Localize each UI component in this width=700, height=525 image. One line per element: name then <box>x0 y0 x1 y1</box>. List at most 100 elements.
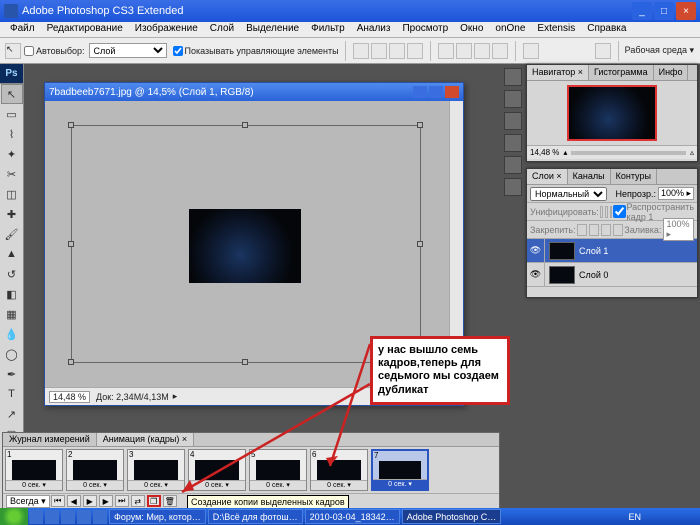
tab-navigator[interactable]: Навигатор × <box>527 65 589 80</box>
animation-frame[interactable]: 30 сек. ▾ <box>127 449 185 491</box>
taskbar-task[interactable]: D:\Всё для фотош… <box>208 509 303 524</box>
pen-tool[interactable]: ✒ <box>1 364 23 384</box>
gradient-tool[interactable]: ▦ <box>1 304 23 324</box>
align-icon[interactable] <box>371 43 387 59</box>
menu-layer[interactable]: Слой <box>204 22 240 37</box>
distribute-icon[interactable] <box>474 43 490 59</box>
tab-paths[interactable]: Контуры <box>611 169 657 184</box>
menu-select[interactable]: Выделение <box>240 22 305 37</box>
stamp-tool[interactable]: ▲ <box>1 244 23 264</box>
menu-window[interactable]: Окно <box>454 22 489 37</box>
menu-help[interactable]: Справка <box>581 22 632 37</box>
quicklaunch-icon[interactable] <box>93 510 107 524</box>
propagate-checkbox[interactable] <box>613 205 626 218</box>
taskbar-task[interactable]: 2010-03-04_18342… <box>305 509 400 524</box>
unify-style-icon[interactable] <box>610 206 613 218</box>
quicklaunch-icon[interactable] <box>61 510 75 524</box>
doc-close-button[interactable] <box>445 86 459 98</box>
next-frame-button[interactable]: ▶ <box>99 495 113 507</box>
tray-icon[interactable] <box>656 511 668 523</box>
go-bridge-icon[interactable] <box>595 43 611 59</box>
blur-tool[interactable]: 💧 <box>1 324 23 344</box>
tray-icon[interactable] <box>642 511 654 523</box>
dock-icon[interactable] <box>504 134 522 152</box>
animation-frame[interactable]: 40 сек. ▾ <box>188 449 246 491</box>
lasso-tool[interactable]: ⌇ <box>1 124 23 144</box>
window-minimize-button[interactable]: _ <box>632 2 652 20</box>
transform-handle[interactable] <box>68 241 74 247</box>
lock-position-icon[interactable] <box>601 224 611 236</box>
tab-channels[interactable]: Каналы <box>568 169 611 184</box>
menu-edit[interactable]: Редактирование <box>41 22 129 37</box>
taskbar-task[interactable]: Форум: Мир, котор… <box>109 509 206 524</box>
layer-name[interactable]: Слой 1 <box>579 246 608 256</box>
first-frame-button[interactable]: ⏮ <box>51 495 65 507</box>
menu-file[interactable]: Файл <box>4 22 41 37</box>
opacity-field[interactable]: 100% ▸ <box>658 187 694 200</box>
window-close-button[interactable]: × <box>676 2 696 20</box>
quicklaunch-icon[interactable] <box>77 510 91 524</box>
type-tool[interactable]: T <box>1 384 23 404</box>
transform-handle[interactable] <box>242 359 248 365</box>
menu-image[interactable]: Изображение <box>129 22 204 37</box>
move-tool[interactable]: ↖ <box>1 84 23 104</box>
crop-tool[interactable]: ✂ <box>1 164 23 184</box>
unify-visibility-icon[interactable] <box>605 206 608 218</box>
delete-frame-button[interactable]: 🗑 <box>163 495 177 507</box>
transform-handle[interactable] <box>68 122 74 128</box>
animation-frame[interactable]: 10 сек. ▾ <box>5 449 63 491</box>
eye-icon[interactable]: 👁 <box>527 239 545 262</box>
distribute-icon[interactable] <box>456 43 472 59</box>
quicklaunch-icon[interactable] <box>29 510 43 524</box>
start-button[interactable] <box>0 508 28 525</box>
lock-transparent-icon[interactable] <box>577 224 587 236</box>
arrange-icon[interactable] <box>523 43 539 59</box>
eraser-tool[interactable]: ◧ <box>1 284 23 304</box>
transform-handle[interactable] <box>242 122 248 128</box>
autoselect-dropdown[interactable]: Слой <box>89 43 167 58</box>
loop-dropdown[interactable]: Всегда ▾ <box>6 495 50 508</box>
frame-delay[interactable]: 0 сек. ▾ <box>67 480 123 490</box>
align-icon[interactable] <box>407 43 423 59</box>
blend-mode-dropdown[interactable]: Нормальный <box>530 187 607 201</box>
dock-icon[interactable] <box>504 68 522 86</box>
fill-field[interactable]: 100% ▸ <box>663 218 694 241</box>
zoom-out-icon[interactable]: ▴ <box>563 148 567 157</box>
eye-icon[interactable]: 👁 <box>527 263 545 286</box>
layer-image[interactable] <box>189 209 301 283</box>
dock-icon[interactable] <box>504 178 522 196</box>
prev-frame-button[interactable]: ◀ <box>67 495 81 507</box>
workspace-dropdown[interactable]: Рабочая среда ▾ <box>625 45 694 56</box>
show-controls-checkbox[interactable] <box>173 46 183 56</box>
frame-delay[interactable]: 0 сек. ▾ <box>128 480 184 490</box>
menu-view[interactable]: Просмотр <box>396 22 454 37</box>
language-indicator[interactable]: EN <box>628 512 641 522</box>
layer-row[interactable]: 👁 Слой 1 <box>527 239 697 263</box>
lock-pixels-icon[interactable] <box>589 224 599 236</box>
play-button[interactable]: ▶ <box>83 495 97 507</box>
transform-handle[interactable] <box>417 241 423 247</box>
animation-frame[interactable]: 50 сек. ▾ <box>249 449 307 491</box>
menu-analysis[interactable]: Анализ <box>351 22 397 37</box>
menu-extensis[interactable]: Extensis <box>531 22 581 37</box>
frame-delay[interactable]: 0 сек. ▾ <box>6 480 62 490</box>
align-icon[interactable] <box>389 43 405 59</box>
navigator-thumbnail[interactable] <box>567 85 657 141</box>
transform-handle[interactable] <box>68 359 74 365</box>
heal-tool[interactable]: ✚ <box>1 204 23 224</box>
animation-frame[interactable]: 20 сек. ▾ <box>66 449 124 491</box>
menu-onone[interactable]: onOne <box>489 22 531 37</box>
dock-icon[interactable] <box>504 156 522 174</box>
tray-icon[interactable] <box>684 511 696 523</box>
tab-histogram[interactable]: Гистограмма <box>589 65 654 80</box>
slice-tool[interactable]: ◫ <box>1 184 23 204</box>
quicklaunch-icon[interactable] <box>45 510 59 524</box>
align-icon[interactable] <box>353 43 369 59</box>
frame-delay[interactable]: 0 сек. ▾ <box>250 480 306 490</box>
taskbar-task[interactable]: Adobe Photoshop C… <box>402 509 502 524</box>
document-title-bar[interactable]: 7badbeeb7671.jpg @ 14,5% (Слой 1, RGB/8) <box>45 83 463 101</box>
layer-name[interactable]: Слой 0 <box>579 270 608 280</box>
layer-thumbnail[interactable] <box>549 266 575 284</box>
status-arrow-icon[interactable]: ▸ <box>173 391 178 402</box>
history-brush-tool[interactable]: ↺ <box>1 264 23 284</box>
